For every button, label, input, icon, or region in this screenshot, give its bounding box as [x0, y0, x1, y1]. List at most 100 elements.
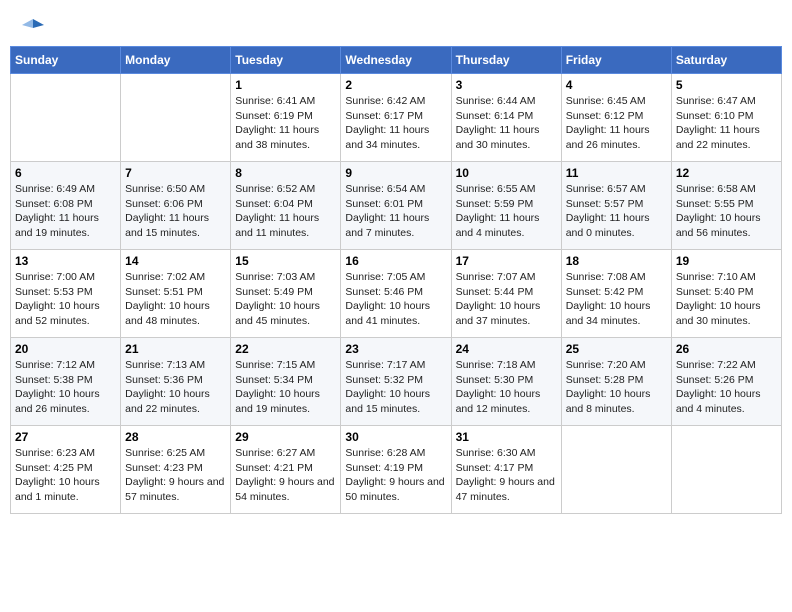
day-number: 2	[345, 78, 446, 92]
day-number: 15	[235, 254, 336, 268]
calendar-cell	[121, 74, 231, 162]
page-header	[10, 10, 782, 38]
day-number: 13	[15, 254, 116, 268]
day-number: 17	[456, 254, 557, 268]
calendar-cell: 13 Sunrise: 7:00 AM Sunset: 5:53 PM Dayli…	[11, 250, 121, 338]
day-info: Sunrise: 7:12 AM Sunset: 5:38 PM Dayligh…	[15, 358, 116, 417]
day-info: Sunrise: 6:55 AM Sunset: 5:59 PM Dayligh…	[456, 182, 557, 241]
day-number: 5	[676, 78, 777, 92]
day-number: 7	[125, 166, 226, 180]
day-number: 29	[235, 430, 336, 444]
day-number: 1	[235, 78, 336, 92]
calendar-cell: 1Sunrise: 6:41 AM Sunset: 6:19 PM Daylig…	[231, 74, 341, 162]
day-info: Sunrise: 7:08 AM Sunset: 5:42 PM Dayligh…	[566, 270, 667, 329]
calendar-cell	[671, 426, 781, 514]
calendar-cell: 10 Sunrise: 6:55 AM Sunset: 5:59 PM Dayli…	[451, 162, 561, 250]
calendar-cell: 6 Sunrise: 6:49 AM Sunset: 6:08 PM Daylig…	[11, 162, 121, 250]
calendar-cell: 19 Sunrise: 7:10 AM Sunset: 5:40 PM Dayli…	[671, 250, 781, 338]
day-number: 18	[566, 254, 667, 268]
day-info: Sunrise: 7:13 AM Sunset: 5:36 PM Dayligh…	[125, 358, 226, 417]
day-number: 20	[15, 342, 116, 356]
day-number: 24	[456, 342, 557, 356]
calendar-cell: 24 Sunrise: 7:18 AM Sunset: 5:30 PM Dayli…	[451, 338, 561, 426]
day-info: Sunrise: 7:03 AM Sunset: 5:49 PM Dayligh…	[235, 270, 336, 329]
day-info: Sunrise: 6:50 AM Sunset: 6:06 PM Dayligh…	[125, 182, 226, 241]
day-number: 12	[676, 166, 777, 180]
calendar-cell: 2 Sunrise: 6:42 AM Sunset: 6:17 PM Daylig…	[341, 74, 451, 162]
day-info: Sunrise: 6:28 AM Sunset: 4:19 PM Dayligh…	[345, 446, 446, 505]
day-info: Sunrise: 6:30 AM Sunset: 4:17 PM Dayligh…	[456, 446, 557, 505]
day-number: 6	[15, 166, 116, 180]
calendar-cell: 27Sunrise: 6:23 AM Sunset: 4:25 PM Dayli…	[11, 426, 121, 514]
calendar-cell: 23 Sunrise: 7:17 AM Sunset: 5:32 PM Dayli…	[341, 338, 451, 426]
calendar-header-friday: Friday	[561, 47, 671, 74]
logo-bird-icon	[22, 15, 44, 37]
calendar-cell: 17 Sunrise: 7:07 AM Sunset: 5:44 PM Dayli…	[451, 250, 561, 338]
day-info: Sunrise: 7:15 AM Sunset: 5:34 PM Dayligh…	[235, 358, 336, 417]
calendar-cell: 29 Sunrise: 6:27 AM Sunset: 4:21 PM Dayli…	[231, 426, 341, 514]
day-number: 19	[676, 254, 777, 268]
calendar-cell: 7 Sunrise: 6:50 AM Sunset: 6:06 PM Daylig…	[121, 162, 231, 250]
day-info: Sunrise: 6:47 AM Sunset: 6:10 PM Dayligh…	[676, 94, 777, 153]
calendar-cell	[11, 74, 121, 162]
calendar-week-row: 27Sunrise: 6:23 AM Sunset: 4:25 PM Dayli…	[11, 426, 782, 514]
calendar-header-sunday: Sunday	[11, 47, 121, 74]
day-info: Sunrise: 7:05 AM Sunset: 5:46 PM Dayligh…	[345, 270, 446, 329]
calendar-cell: 14 Sunrise: 7:02 AM Sunset: 5:51 PM Dayli…	[121, 250, 231, 338]
calendar-header-wednesday: Wednesday	[341, 47, 451, 74]
day-info: Sunrise: 6:57 AM Sunset: 5:57 PM Dayligh…	[566, 182, 667, 241]
day-info: Sunrise: 6:45 AM Sunset: 6:12 PM Dayligh…	[566, 94, 667, 153]
calendar-cell: 12Sunrise: 6:58 AM Sunset: 5:55 PM Dayli…	[671, 162, 781, 250]
calendar-cell: 16 Sunrise: 7:05 AM Sunset: 5:46 PM Dayli…	[341, 250, 451, 338]
calendar-cell: 15 Sunrise: 7:03 AM Sunset: 5:49 PM Dayli…	[231, 250, 341, 338]
day-number: 26	[676, 342, 777, 356]
day-info: Sunrise: 7:10 AM Sunset: 5:40 PM Dayligh…	[676, 270, 777, 329]
calendar-cell: 25 Sunrise: 7:20 AM Sunset: 5:28 PM Dayli…	[561, 338, 671, 426]
day-info: Sunrise: 7:18 AM Sunset: 5:30 PM Dayligh…	[456, 358, 557, 417]
calendar-cell: 11 Sunrise: 6:57 AM Sunset: 5:57 PM Dayli…	[561, 162, 671, 250]
day-info: Sunrise: 7:07 AM Sunset: 5:44 PM Dayligh…	[456, 270, 557, 329]
day-number: 16	[345, 254, 446, 268]
day-number: 14	[125, 254, 226, 268]
day-info: Sunrise: 6:27 AM Sunset: 4:21 PM Dayligh…	[235, 446, 336, 505]
day-number: 8	[235, 166, 336, 180]
calendar-week-row: 6 Sunrise: 6:49 AM Sunset: 6:08 PM Daylig…	[11, 162, 782, 250]
day-info: Sunrise: 6:23 AM Sunset: 4:25 PM Dayligh…	[15, 446, 116, 505]
calendar-header-thursday: Thursday	[451, 47, 561, 74]
calendar-cell: 9 Sunrise: 6:54 AM Sunset: 6:01 PM Daylig…	[341, 162, 451, 250]
logo	[20, 15, 44, 33]
calendar-header-saturday: Saturday	[671, 47, 781, 74]
day-number: 22	[235, 342, 336, 356]
day-number: 9	[345, 166, 446, 180]
calendar-week-row: 13 Sunrise: 7:00 AM Sunset: 5:53 PM Dayli…	[11, 250, 782, 338]
day-info: Sunrise: 7:00 AM Sunset: 5:53 PM Dayligh…	[15, 270, 116, 329]
calendar-header-monday: Monday	[121, 47, 231, 74]
day-info: Sunrise: 7:22 AM Sunset: 5:26 PM Dayligh…	[676, 358, 777, 417]
calendar-cell: 31 Sunrise: 6:30 AM Sunset: 4:17 PM Dayli…	[451, 426, 561, 514]
day-info: Sunrise: 6:49 AM Sunset: 6:08 PM Dayligh…	[15, 182, 116, 241]
day-info: Sunrise: 6:54 AM Sunset: 6:01 PM Dayligh…	[345, 182, 446, 241]
calendar-cell: 22 Sunrise: 7:15 AM Sunset: 5:34 PM Dayli…	[231, 338, 341, 426]
day-info: Sunrise: 7:02 AM Sunset: 5:51 PM Dayligh…	[125, 270, 226, 329]
day-number: 3	[456, 78, 557, 92]
day-info: Sunrise: 7:17 AM Sunset: 5:32 PM Dayligh…	[345, 358, 446, 417]
calendar-cell: 3 Sunrise: 6:44 AM Sunset: 6:14 PM Daylig…	[451, 74, 561, 162]
day-number: 10	[456, 166, 557, 180]
day-number: 11	[566, 166, 667, 180]
day-number: 25	[566, 342, 667, 356]
calendar-week-row: 1Sunrise: 6:41 AM Sunset: 6:19 PM Daylig…	[11, 74, 782, 162]
day-number: 28	[125, 430, 226, 444]
calendar-cell: 28Sunrise: 6:25 AM Sunset: 4:23 PM Dayli…	[121, 426, 231, 514]
calendar-cell	[561, 426, 671, 514]
calendar-cell: 30Sunrise: 6:28 AM Sunset: 4:19 PM Dayli…	[341, 426, 451, 514]
day-number: 31	[456, 430, 557, 444]
day-info: Sunrise: 6:52 AM Sunset: 6:04 PM Dayligh…	[235, 182, 336, 241]
day-info: Sunrise: 7:20 AM Sunset: 5:28 PM Dayligh…	[566, 358, 667, 417]
calendar-week-row: 20 Sunrise: 7:12 AM Sunset: 5:38 PM Dayli…	[11, 338, 782, 426]
calendar-header-row: SundayMondayTuesdayWednesdayThursdayFrid…	[11, 47, 782, 74]
calendar-header-tuesday: Tuesday	[231, 47, 341, 74]
day-number: 23	[345, 342, 446, 356]
day-number: 4	[566, 78, 667, 92]
day-info: Sunrise: 6:44 AM Sunset: 6:14 PM Dayligh…	[456, 94, 557, 153]
day-info: Sunrise: 6:42 AM Sunset: 6:17 PM Dayligh…	[345, 94, 446, 153]
